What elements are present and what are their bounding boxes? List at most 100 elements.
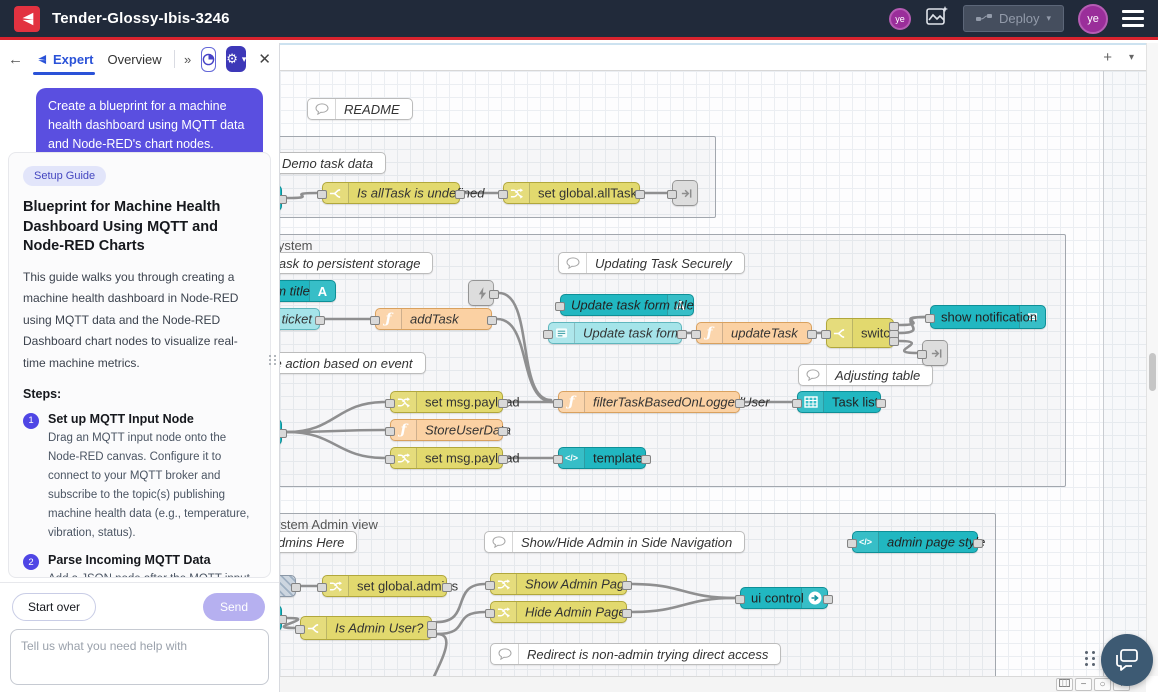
output-port[interactable]: [427, 629, 437, 638]
comment-readme[interactable]: README: [307, 98, 413, 120]
node-node[interactable]: [468, 280, 494, 306]
output-port[interactable]: [280, 195, 287, 204]
start-over-button[interactable]: Start over: [12, 593, 96, 621]
panel-resize-grip[interactable]: [269, 355, 277, 365]
zoom-out-button[interactable]: −: [1075, 678, 1092, 691]
node-set-msg-payload[interactable]: set msg.payload: [390, 447, 503, 469]
output-port[interactable]: [635, 190, 645, 199]
input-port[interactable]: [385, 399, 395, 408]
comment-save-task-to-persistent-storage[interactable]: Save task to persistent storage: [280, 252, 433, 274]
input-port[interactable]: [792, 399, 802, 408]
node-set-global-alltask[interactable]: set global.allTask: [503, 182, 640, 204]
input-port[interactable]: [385, 455, 395, 464]
input-port[interactable]: [691, 330, 701, 339]
comment-take-action-based-on-event[interactable]: Take action based on event: [280, 352, 426, 374]
node-set-msg-payload[interactable]: set msg.payload: [390, 391, 503, 413]
output-port[interactable]: [641, 455, 651, 464]
input-port[interactable]: [370, 316, 380, 325]
node-new-ticket[interactable]: New ticket: [280, 308, 320, 330]
node-node[interactable]: [280, 575, 296, 597]
input-port[interactable]: [385, 427, 395, 436]
input-port[interactable]: [543, 330, 553, 339]
flow-canvas[interactable]: Task systemTask system Admin viewREADMED…: [280, 71, 1146, 676]
output-port[interactable]: [973, 539, 983, 548]
navigator-button[interactable]: [1056, 678, 1073, 691]
output-port[interactable]: [622, 609, 632, 618]
input-port[interactable]: [553, 399, 563, 408]
output-port[interactable]: [291, 583, 301, 592]
input-port[interactable]: [295, 625, 305, 634]
comment-demo-task-data[interactable]: Demo task data: [280, 152, 386, 174]
send-button[interactable]: Send: [203, 593, 265, 621]
more-tabs-icon[interactable]: »: [184, 52, 191, 67]
node-show-notification[interactable]: ✉show notification: [930, 305, 1046, 329]
comment-adjusting-table[interactable]: Adjusting table: [798, 364, 933, 386]
avatar-large[interactable]: ye: [1078, 4, 1108, 34]
tab-overview[interactable]: Overview: [105, 43, 163, 75]
node-hide-admin-page[interactable]: Hide Admin Page: [490, 601, 627, 623]
output-port[interactable]: [498, 455, 508, 464]
input-port[interactable]: [317, 190, 327, 199]
node-node[interactable]: [672, 180, 698, 206]
tab-expert[interactable]: Expert: [33, 43, 95, 75]
input-port[interactable]: [925, 314, 935, 323]
node-filtertaskbasedonloggeduser[interactable]: ƒfilterTaskBasedOnLoggedUser: [558, 391, 740, 413]
node-storeuserdata[interactable]: ƒStoreUserData: [390, 419, 503, 441]
node-update-task-form-title[interactable]: AUpdate task form title: [560, 294, 694, 316]
output-port[interactable]: [823, 595, 833, 604]
avatar-small[interactable]: ye: [889, 8, 911, 30]
chat-fab-button[interactable]: [1101, 634, 1153, 686]
output-port[interactable]: [442, 583, 452, 592]
output-port[interactable]: [622, 581, 632, 590]
output-port[interactable]: [315, 316, 325, 325]
node-is-alltask-is-undefined[interactable]: Is allTask is undefined: [322, 182, 460, 204]
output-port[interactable]: [498, 399, 508, 408]
ai-image-icon[interactable]: [925, 5, 949, 32]
drag-handle-icon[interactable]: [1085, 651, 1096, 666]
node-set-global-admins[interactable]: set global.admins: [322, 575, 447, 597]
node-new-task-form-title[interactable]: ANew task form title: [280, 280, 336, 302]
canvas-vertical-scrollbar[interactable]: [1146, 43, 1158, 676]
zoom-reset-button[interactable]: ○: [1094, 678, 1111, 691]
deploy-caret-icon[interactable]: ▾: [1046, 13, 1051, 24]
output-port[interactable]: [280, 615, 287, 624]
output-port[interactable]: [807, 330, 817, 339]
node-switch[interactable]: switch: [826, 318, 894, 348]
node-task-list[interactable]: Task list: [797, 391, 881, 413]
node-is-admin-user[interactable]: Is Admin User?: [300, 616, 432, 640]
output-port[interactable]: [280, 429, 287, 438]
input-port[interactable]: [317, 583, 327, 592]
comment-add-admins-here[interactable]: Add Admins Here: [280, 531, 357, 553]
output-port[interactable]: [489, 290, 499, 299]
output-port[interactable]: [889, 337, 899, 346]
input-port[interactable]: [917, 350, 927, 359]
node-node[interactable]: [280, 605, 282, 631]
node-node[interactable]: [280, 419, 282, 445]
help-input[interactable]: [10, 629, 269, 685]
usage-pie-button[interactable]: [201, 47, 216, 72]
input-port[interactable]: [667, 190, 677, 199]
add-flow-button[interactable]: +: [1103, 49, 1112, 66]
input-port[interactable]: [555, 302, 565, 311]
comment-show-hide-admin-in-side-navigation[interactable]: Show/Hide Admin in Side Navigation: [484, 531, 745, 553]
node-updatetask[interactable]: ƒupdateTask: [696, 322, 812, 344]
node-show-admin-page[interactable]: Show Admin Page: [490, 573, 627, 595]
node-addtask[interactable]: ƒaddTask: [375, 308, 492, 330]
input-port[interactable]: [485, 581, 495, 590]
input-port[interactable]: [735, 595, 745, 604]
flow-list-caret-icon[interactable]: ▾: [1129, 52, 1134, 63]
node-update-task-form[interactable]: Update task form: [548, 322, 682, 344]
node-admin-page-style[interactable]: </>admin page style: [852, 531, 978, 553]
menu-icon[interactable]: [1122, 10, 1144, 27]
node-template[interactable]: </>template: [558, 447, 646, 469]
back-arrow-icon[interactable]: ←: [8, 51, 23, 68]
node-node[interactable]: [280, 185, 282, 211]
input-port[interactable]: [498, 190, 508, 199]
output-port[interactable]: [735, 399, 745, 408]
output-port[interactable]: [677, 330, 687, 339]
output-port[interactable]: [487, 316, 497, 325]
output-port[interactable]: [455, 190, 465, 199]
settings-dropdown-button[interactable]: ⚙ ▾: [226, 46, 246, 72]
input-port[interactable]: [821, 330, 831, 339]
input-port[interactable]: [553, 455, 563, 464]
